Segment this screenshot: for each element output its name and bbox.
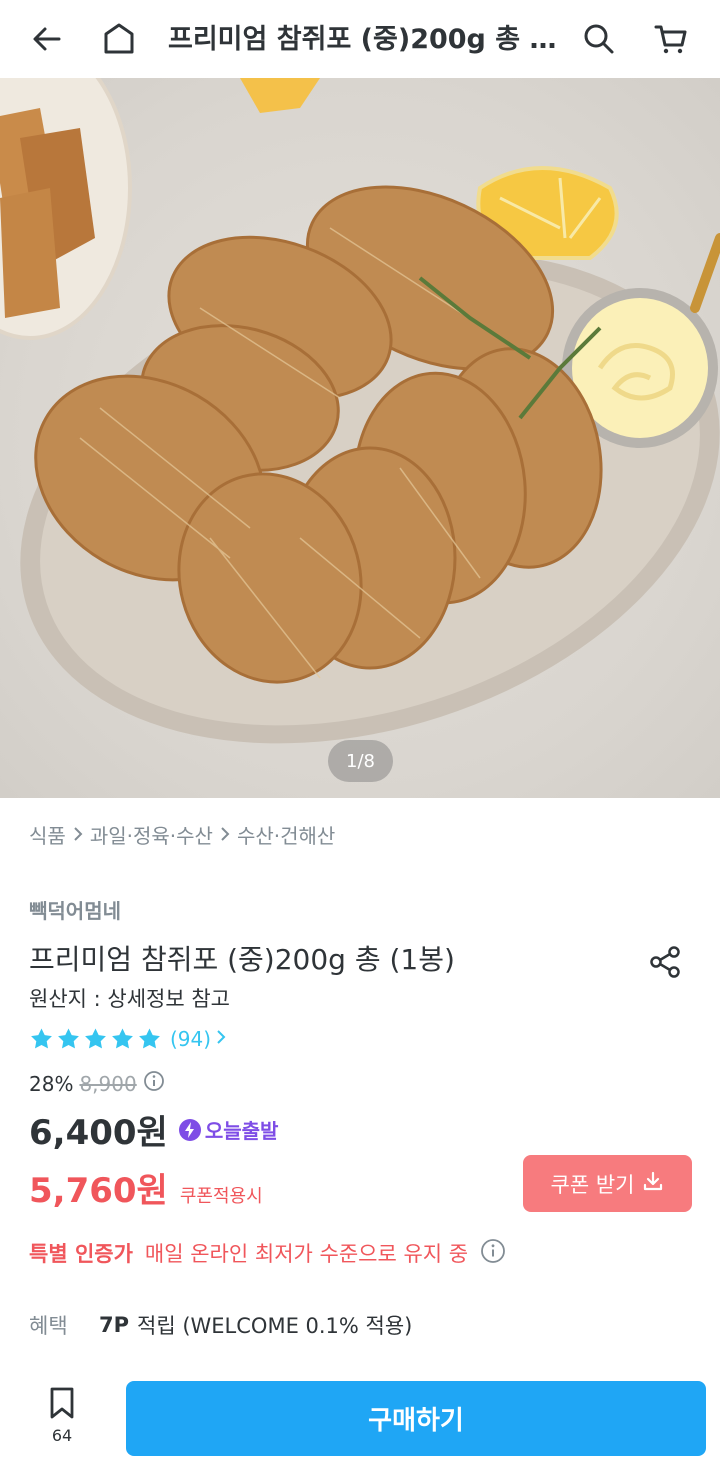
get-coupon-button[interactable]: 쿠폰 받기 (523, 1155, 692, 1212)
benefit-text: 적립 (WELCOME 0.1% 적용) (137, 1314, 413, 1338)
home-icon[interactable] (94, 14, 144, 64)
bottom-action-bar: 64 구매하기 (0, 1370, 720, 1468)
search-icon[interactable] (574, 14, 624, 64)
coupon-note: 쿠폰적용시 (179, 1186, 263, 1207)
rating-row[interactable]: (94) (29, 1027, 227, 1051)
price-row: 6,400원 오늘출발 (29, 1105, 278, 1154)
product-image[interactable] (0, 78, 720, 798)
chevron-right-icon (72, 823, 84, 847)
bookmark-count: 64 (51, 1426, 73, 1445)
bookmark-icon (50, 1387, 74, 1419)
brand-name[interactable]: 빽덕어멈네 (29, 895, 121, 924)
star-icon (112, 1028, 133, 1049)
certified-price-text: 매일 온라인 최저가 수준으로 유지 중 (144, 1242, 469, 1266)
benefit-points: 7P (99, 1313, 130, 1337)
star-icon (58, 1028, 79, 1049)
discount-row: 28% 8,900 (29, 1070, 165, 1097)
certified-price-label: 특별 인증가 (29, 1242, 133, 1266)
star-icon (139, 1028, 160, 1049)
info-icon[interactable] (143, 1070, 165, 1097)
special-certified-price-row: 특별 인증가 매일 온라인 최저가 수준으로 유지 중 (29, 1238, 506, 1268)
rating-stars (29, 1027, 162, 1051)
lightning-icon (178, 1118, 201, 1141)
breadcrumb: 식품 과일·정육·수산 수산·건해산 (29, 820, 335, 849)
coupon-price: 5,760원 (29, 1171, 168, 1211)
cart-icon[interactable] (646, 14, 696, 64)
back-arrow-icon[interactable] (22, 14, 72, 64)
bookmark-button[interactable]: 64 (30, 1386, 94, 1456)
coupon-price-row: 5,760원 쿠폰적용시 (29, 1163, 263, 1212)
share-icon[interactable] (643, 940, 687, 984)
breadcrumb-item[interactable]: 과일·정육·수산 (90, 820, 213, 849)
download-icon (642, 1170, 664, 1197)
origin-info: 원산지 : 상세정보 참고 (29, 987, 230, 1011)
original-price: 8,900 (79, 1071, 137, 1096)
breadcrumb-item[interactable]: 수산·건해산 (237, 820, 335, 849)
page-title: 프리미엄 참쥐포 (중)200g 총 (1봉) (168, 24, 558, 55)
star-icon (31, 1028, 52, 1049)
product-photo-illustration (0, 78, 720, 744)
breadcrumb-item[interactable]: 식품 (29, 820, 66, 849)
benefit-label: 혜택 (29, 1314, 68, 1338)
top-bar: 프리미엄 참쥐포 (중)200g 총 (1봉) (0, 0, 720, 78)
today-shipping-label: 오늘출발 (204, 1119, 279, 1143)
get-coupon-label: 쿠폰 받기 (550, 1172, 635, 1197)
chevron-right-icon (219, 823, 231, 847)
sale-price: 6,400원 (29, 1113, 168, 1153)
buy-button[interactable]: 구매하기 (126, 1381, 706, 1456)
today-shipping-badge: 오늘출발 (178, 1115, 279, 1144)
discount-rate: 28% (29, 1071, 74, 1096)
review-count[interactable]: (94) (170, 1027, 211, 1051)
image-counter: 1/8 (328, 740, 393, 782)
chevron-right-icon (215, 1028, 227, 1050)
benefit-row: 혜택 7P 적립 (WELCOME 0.1% 적용) (29, 1310, 412, 1340)
star-icon (85, 1028, 106, 1049)
product-name: 프리미엄 참쥐포 (중)200g 총 (1봉) (29, 943, 455, 976)
info-icon[interactable] (480, 1238, 506, 1268)
